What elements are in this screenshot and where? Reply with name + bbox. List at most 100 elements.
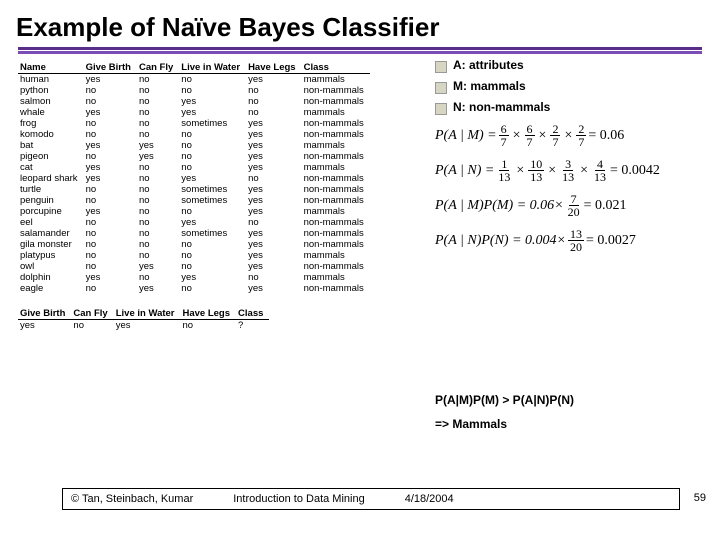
cell: yes xyxy=(179,96,246,107)
cell: no xyxy=(137,272,179,283)
cell: porcupine xyxy=(18,206,84,217)
cell: no xyxy=(137,85,179,96)
cell: no xyxy=(137,184,179,195)
cell: non-mammals xyxy=(302,195,370,206)
slide-title: Example of Naïve Bayes Classifier xyxy=(0,0,720,45)
table-row: pigeonnoyesnoyesnon-mammals xyxy=(18,151,370,162)
column-header: Can Fly xyxy=(71,308,113,320)
cell: komodo xyxy=(18,129,84,140)
cell: non-mammals xyxy=(302,283,370,294)
cell: sometimes xyxy=(179,118,246,129)
cell: no xyxy=(137,118,179,129)
cell: turtle xyxy=(18,184,84,195)
cell: frog xyxy=(18,118,84,129)
cell: salamander xyxy=(18,228,84,239)
conclusion-block: P(A|M)P(M) > P(A|N)P(N) => Mammals xyxy=(435,388,574,436)
cell: gila monster xyxy=(18,239,84,250)
table-row: penguinnonosometimesyesnon-mammals xyxy=(18,195,370,206)
cell: no xyxy=(137,107,179,118)
cell: yes xyxy=(246,74,302,86)
cell: no xyxy=(84,261,137,272)
bullet-icon xyxy=(435,82,447,94)
cell: sometimes xyxy=(179,228,246,239)
cell: yes xyxy=(84,162,137,173)
table-row: gila monsternononoyesnon-mammals xyxy=(18,239,370,250)
conclusion-result: => Mammals xyxy=(435,412,574,436)
cell: no xyxy=(84,228,137,239)
cell: yes xyxy=(84,272,137,283)
legend-attributes: A: attributes xyxy=(435,58,715,73)
cell: no xyxy=(84,217,137,228)
cell: no xyxy=(179,129,246,140)
cell: mammals xyxy=(302,74,370,86)
cell: yes xyxy=(246,151,302,162)
table-row: pythonnononononon-mammals xyxy=(18,85,370,96)
cell: yes xyxy=(179,272,246,283)
cell: mammals xyxy=(302,162,370,173)
cell: leopard shark xyxy=(18,173,84,184)
column-header: Name xyxy=(18,62,84,74)
cell: python xyxy=(18,85,84,96)
cell: no xyxy=(84,96,137,107)
cell: no xyxy=(137,162,179,173)
footer: © Tan, Steinbach, Kumar Introduction to … xyxy=(62,488,680,510)
cell: no xyxy=(137,195,179,206)
column-header: Class xyxy=(236,308,269,320)
cell: no xyxy=(246,107,302,118)
cell: owl xyxy=(18,261,84,272)
cell: no xyxy=(137,250,179,261)
cell: no xyxy=(137,239,179,250)
cell: no xyxy=(84,85,137,96)
cell: no xyxy=(137,129,179,140)
table-row: salmonnonoyesnonon-mammals xyxy=(18,96,370,107)
legend-mammals: M: mammals xyxy=(435,79,715,94)
column-header: Give Birth xyxy=(84,62,137,74)
cell: no xyxy=(246,85,302,96)
cell: yes xyxy=(179,173,246,184)
table-row: porcupineyesnonoyesmammals xyxy=(18,206,370,217)
cell: yes xyxy=(84,74,137,86)
cell: no xyxy=(246,173,302,184)
formula-p-a-m: P(A | M) = 67×67×27×27 = 0.06 xyxy=(435,123,715,148)
column-header: Have Legs xyxy=(246,62,302,74)
cell: no xyxy=(179,85,246,96)
cell: yes xyxy=(246,261,302,272)
page-number: 59 xyxy=(694,492,706,504)
cell: pigeon xyxy=(18,151,84,162)
table-row: dolphinyesnoyesnomammals xyxy=(18,272,370,283)
cell: non-mammals xyxy=(302,96,370,107)
title-rule-1 xyxy=(18,47,702,50)
table-row: eelnonoyesnonon-mammals xyxy=(18,217,370,228)
cell: non-mammals xyxy=(302,261,370,272)
cell: yes xyxy=(246,129,302,140)
cell: non-mammals xyxy=(302,129,370,140)
cell: no xyxy=(179,261,246,272)
cell: yes xyxy=(137,283,179,294)
table-row: leopard sharkyesnoyesnonon-mammals xyxy=(18,173,370,184)
cell: cat xyxy=(18,162,84,173)
cell: no xyxy=(137,74,179,86)
column-header: Can Fly xyxy=(137,62,179,74)
cell: no xyxy=(84,129,137,140)
table-row: owlnoyesnoyesnon-mammals xyxy=(18,261,370,272)
table-row: salamandernonosometimesyesnon-mammals xyxy=(18,228,370,239)
cell: no xyxy=(137,96,179,107)
cell: no xyxy=(84,250,137,261)
table-row: komodonononoyesnon-mammals xyxy=(18,129,370,140)
bullet-icon xyxy=(435,103,447,115)
cell: yes xyxy=(137,151,179,162)
cell: no xyxy=(246,217,302,228)
cell: no xyxy=(246,96,302,107)
cell: mammals xyxy=(302,206,370,217)
cell: yes xyxy=(137,140,179,151)
cell: no xyxy=(137,217,179,228)
cell: yes xyxy=(84,206,137,217)
cell: sometimes xyxy=(179,195,246,206)
cell: eagle xyxy=(18,283,84,294)
cell: no xyxy=(246,272,302,283)
cell: non-mammals xyxy=(302,239,370,250)
cell: yes xyxy=(84,173,137,184)
cell: non-mammals xyxy=(302,151,370,162)
column-header: Class xyxy=(302,62,370,74)
legend-nonmammals: N: non-mammals xyxy=(435,100,715,115)
